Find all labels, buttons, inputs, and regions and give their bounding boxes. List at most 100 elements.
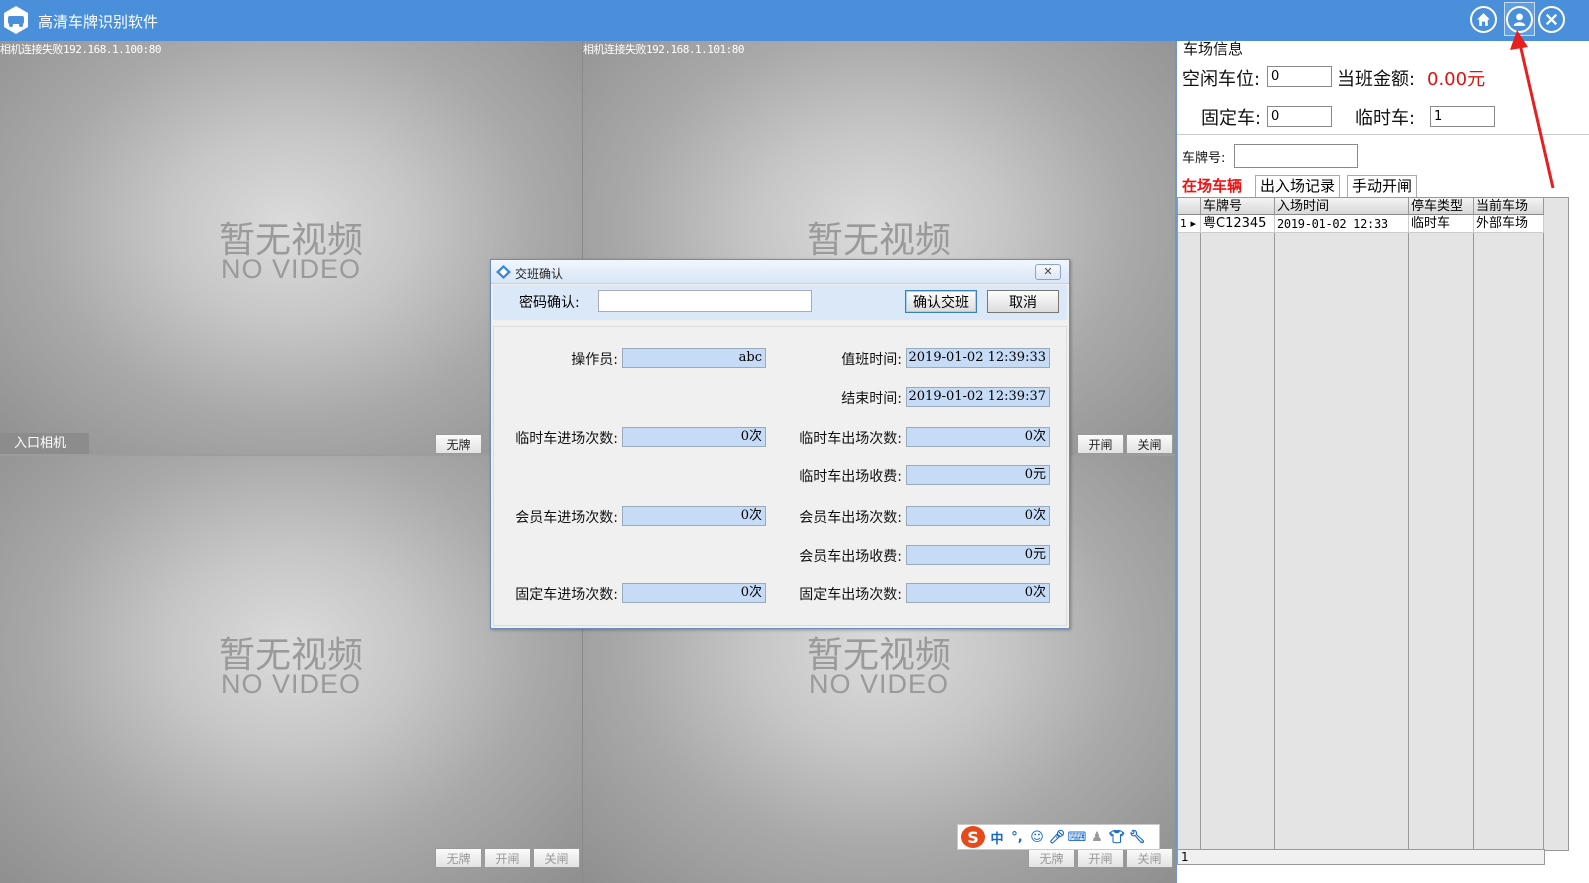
dialog-password-row: 密码确认: 确认交班 取消 [493,285,1067,320]
no-plate-button[interactable]: 无牌 [1028,848,1075,868]
no-video-en: NO VIDEO [220,669,362,699]
member-out-label: 会员车出场次数: [799,510,902,526]
temp-in-label: 临时车进场次数: [515,431,618,447]
grid-col [1474,198,1544,850]
close-gate-button[interactable]: 关闸 [1126,434,1173,454]
sogou-logo-icon[interactable]: S [961,826,985,848]
member-in-label: 会员车进场次数: [515,510,618,526]
microphone-icon[interactable]: 🎤︎ [1049,829,1066,845]
dialog-stats-panel: 操作员: abc 值班时间: 2019-01-02 12:39:33 结束时间:… [493,326,1067,626]
close-gate-button[interactable]: 关闸 [1126,848,1173,868]
fixed-out-label: 固定车出场次数: [799,587,902,603]
grid-index-col [1178,198,1201,850]
col-header-current-lot[interactable]: 当前车场 [1474,198,1544,215]
temp-out-value: 0次 [906,427,1050,447]
entry-camera-label: 入口相机 [0,433,89,454]
table-cell-lot[interactable]: 外部车场 [1474,215,1544,233]
fixed-cars-label: 固定车: [1201,108,1262,129]
no-plate-button[interactable]: 无牌 [435,848,482,868]
tab-entry-exit-records[interactable]: 出入场记录 [1255,175,1341,197]
grid-footer-count: 1 [1181,850,1189,864]
dialog-close-button[interactable]: ✕ [1035,264,1061,280]
grid-col [1201,198,1275,850]
lot-info-title: 车场信息 [1183,40,1244,58]
password-label: 密码确认: [519,295,580,311]
app-title: 高清车牌识别软件 [38,13,159,31]
duty-time-label: 值班时间: [841,352,902,368]
free-spaces-label: 空闲车位: [1182,69,1261,90]
free-spaces-field[interactable]: 0 [1267,66,1332,87]
skin-shirt-icon[interactable]: 👕︎ [1109,829,1126,845]
panel-separator [1177,134,1589,135]
col-header-park-type[interactable]: 停车类型 [1409,198,1474,215]
home-button[interactable] [1470,6,1497,33]
member-fee-label: 会员车出场收费: [799,549,902,565]
tab-manual-gate[interactable]: 手动开闸 [1347,175,1418,197]
shift-handover-dialog: 交班确认 ✕ 密码确认: 确认交班 取消 操作员: abc 值班时间: 2019… [490,259,1070,629]
table-row-index[interactable]: 1 ▸ [1178,215,1201,233]
dialog-app-icon [496,265,511,279]
table-cell-type[interactable]: 临时车 [1409,215,1474,233]
no-plate-button[interactable]: 无牌 [435,434,482,454]
temp-fee-label: 临时车出场收费: [799,469,902,485]
fixed-in-label: 固定车进场次数: [515,587,618,603]
table-cell-time[interactable]: 2019-01-02 12:33 [1275,215,1409,233]
operator-value: abc [622,348,766,368]
shift-change-button[interactable] [1506,6,1533,33]
shift-amount-label: 当班金额: [1337,69,1416,90]
user-icon [1513,13,1526,26]
grid-col [1275,198,1409,850]
member-in-value: 0次 [622,506,766,526]
close-icon [1545,13,1558,26]
duty-time-value: 2019-01-02 12:39:33 [906,348,1050,368]
camera-status-2: 相机连接失败192.168.1.101:80 [583,43,744,56]
fixed-cars-field[interactable]: 0 [1267,106,1332,127]
cancel-button[interactable]: 取消 [987,290,1059,313]
member-fee-value: 0元 [906,545,1050,565]
plate-label: 车牌号: [1182,151,1226,166]
end-time-label: 结束时间: [841,391,902,407]
wrench-icon[interactable]: 🔧︎ [1129,829,1146,845]
dialog-title: 交班确认 [515,267,564,281]
title-bar: 高清车牌识别软件 [0,0,1589,41]
right-panel: 车场信息 空闲车位: 0 当班金额: 0.00元 固定车: 0 临时车: 1 车… [1175,40,1589,883]
tab-bar: 在场车辆 出入场记录 手动开闸 [1177,175,1589,197]
plate-search-input[interactable] [1234,144,1358,168]
grid-col [1409,198,1474,850]
member-out-value: 0次 [906,506,1050,526]
temp-out-label: 临时车出场次数: [799,431,902,447]
fixed-out-value: 0次 [906,583,1050,603]
row-index: 1 [1180,217,1187,230]
table-cell-plate[interactable]: 粤C12345 [1201,215,1275,233]
home-icon [1477,13,1490,26]
col-header-entry-time[interactable]: 入场时间 [1275,198,1409,215]
password-input[interactable] [598,290,812,312]
close-button[interactable] [1538,6,1565,33]
col-header-plate[interactable]: 车牌号 [1201,198,1275,215]
open-gate-button[interactable]: 开闸 [1077,434,1124,454]
emoji-icon[interactable]: ☺ [1029,829,1045,845]
close-icon: ✕ [1043,265,1053,278]
user-assist-icon[interactable]: ♟ [1089,829,1105,845]
open-gate-button[interactable]: 开闸 [1077,848,1124,868]
open-gate-button[interactable]: 开闸 [484,848,531,868]
ime-lang-toggle[interactable]: 中 [989,829,1005,847]
temp-in-value: 0次 [622,427,766,447]
temp-cars-field[interactable]: 1 [1430,106,1495,127]
vehicle-grid[interactable]: 车牌号 入场时间 停车类型 当前车场 1 ▸ 粤C12345 2019-01-0… [1177,197,1569,851]
confirm-handover-button[interactable]: 确认交班 [905,290,977,313]
temp-cars-label: 临时车: [1355,108,1416,129]
ime-punct-toggle[interactable]: °, [1009,829,1025,845]
grid-corner-header [1178,198,1201,215]
grid-footer: 1 [1177,849,1545,865]
dialog-title-bar: 交班确认 ✕ [491,260,1069,284]
ime-toolbar[interactable]: S 中 °, ☺ 🎤︎ ⌨ ♟ 👕︎ 🔧︎ [957,824,1160,850]
keyboard-icon[interactable]: ⌨ [1068,829,1087,845]
end-time-value: 2019-01-02 12:39:37 [906,387,1050,407]
tab-present-vehicles[interactable]: 在场车辆 [1177,175,1248,197]
temp-fee-value: 0元 [906,465,1050,485]
camera-status-1: 相机连接失败192.168.1.100:80 [0,43,161,56]
close-gate-button[interactable]: 关闸 [533,848,580,868]
operator-label: 操作员: [571,352,618,368]
app-logo-icon [4,6,28,34]
